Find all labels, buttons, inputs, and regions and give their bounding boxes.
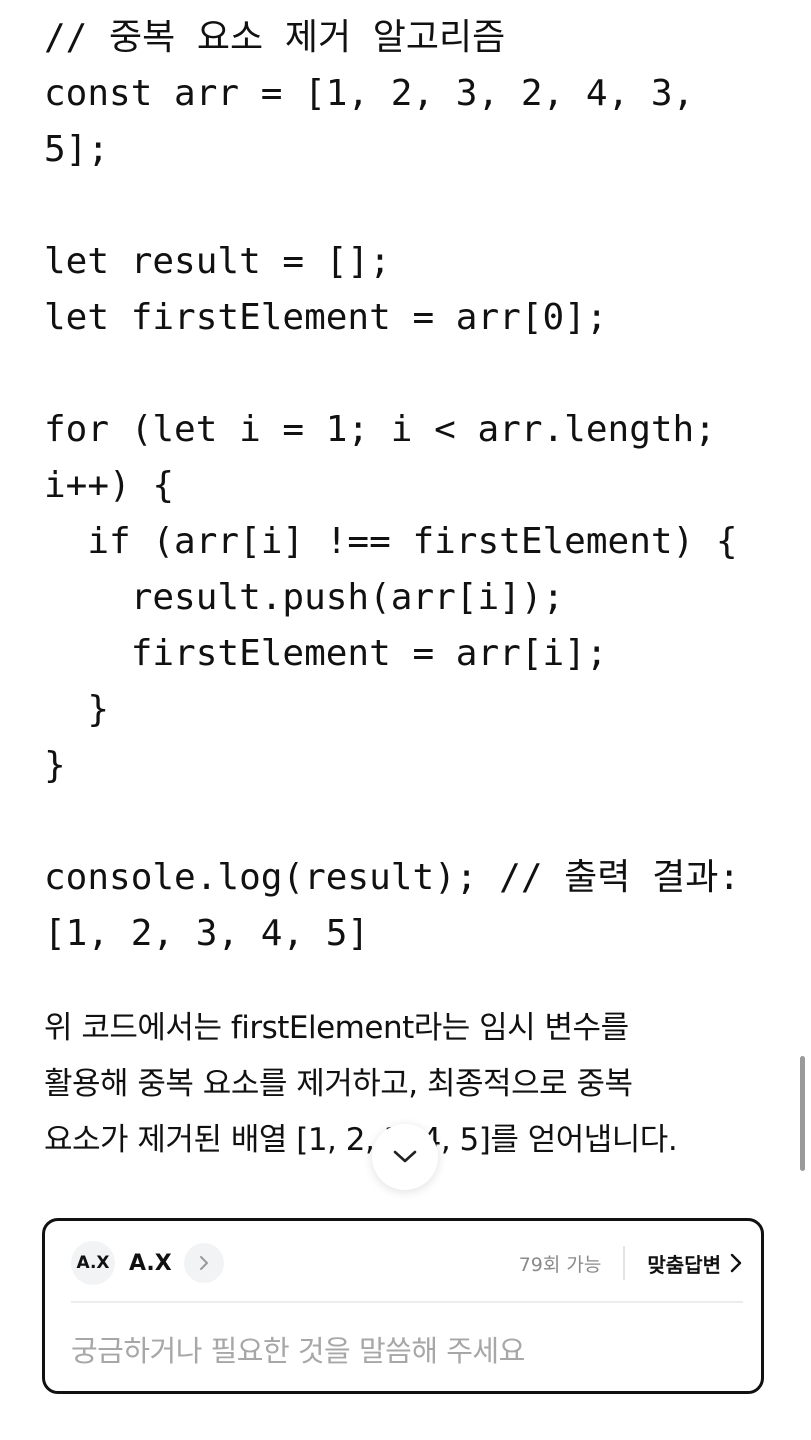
code-line: if (arr[i] !== firstElement) {: [44, 521, 738, 562]
code-line: let result = [];: [44, 241, 391, 282]
explanation-line: 위 코드에서는 firstElement라는 임시 변수를: [44, 1010, 629, 1046]
chat-input[interactable]: [71, 1329, 743, 1373]
code-line: firstElement = arr[i];: [44, 633, 608, 674]
divider: [623, 1246, 626, 1280]
code-line: }: [44, 689, 110, 730]
code-line: }: [44, 745, 66, 786]
chevron-down-icon: [393, 1150, 417, 1163]
code-block: // 중복 요소 제거 알고리즘 const arr = [1, 2, 3, 2…: [44, 10, 764, 962]
custom-answer-label: 맞춤답변: [647, 1252, 721, 1277]
ax-logo: A.X: [71, 1241, 115, 1285]
code-line: 5];: [44, 129, 110, 170]
code-line: // 중복 요소 제거 알고리즘: [44, 17, 506, 58]
code-line: i++) {: [44, 465, 175, 506]
chevron-right-icon: [199, 1256, 208, 1270]
usage-count: 79회 가능: [518, 1253, 602, 1276]
explanation-line: 활용해 중복 요소를 제거하고, 최종적으로 중복: [44, 1066, 633, 1102]
code-line: result.push(arr[i]);: [44, 577, 565, 618]
ax-logo-text: A.X: [76, 1253, 110, 1273]
scrollbar[interactable]: [800, 1056, 805, 1171]
chat-header: A.X A.X 79회 가능 맞춤답변: [71, 1241, 743, 1285]
code-line: console.log(result); // 출력 결과:: [44, 857, 740, 898]
code-line: [1, 2, 3, 4, 5]: [44, 913, 370, 954]
custom-answer-button[interactable]: 맞춤답변: [647, 1249, 743, 1278]
scroll-down-button[interactable]: [372, 1124, 438, 1190]
code-line: let firstElement = arr[0];: [44, 297, 608, 338]
assistant-select-button[interactable]: [183, 1243, 224, 1283]
code-line: const arr = [1, 2, 3, 2, 4, 3,: [44, 73, 695, 114]
code-line: for (let i = 1; i < arr.length;: [44, 409, 716, 450]
chat-composer: A.X A.X 79회 가능 맞춤답변: [42, 1218, 764, 1394]
assistant-name[interactable]: A.X: [129, 1251, 172, 1276]
chevron-right-icon: [730, 1253, 742, 1273]
divider: [71, 1301, 743, 1303]
